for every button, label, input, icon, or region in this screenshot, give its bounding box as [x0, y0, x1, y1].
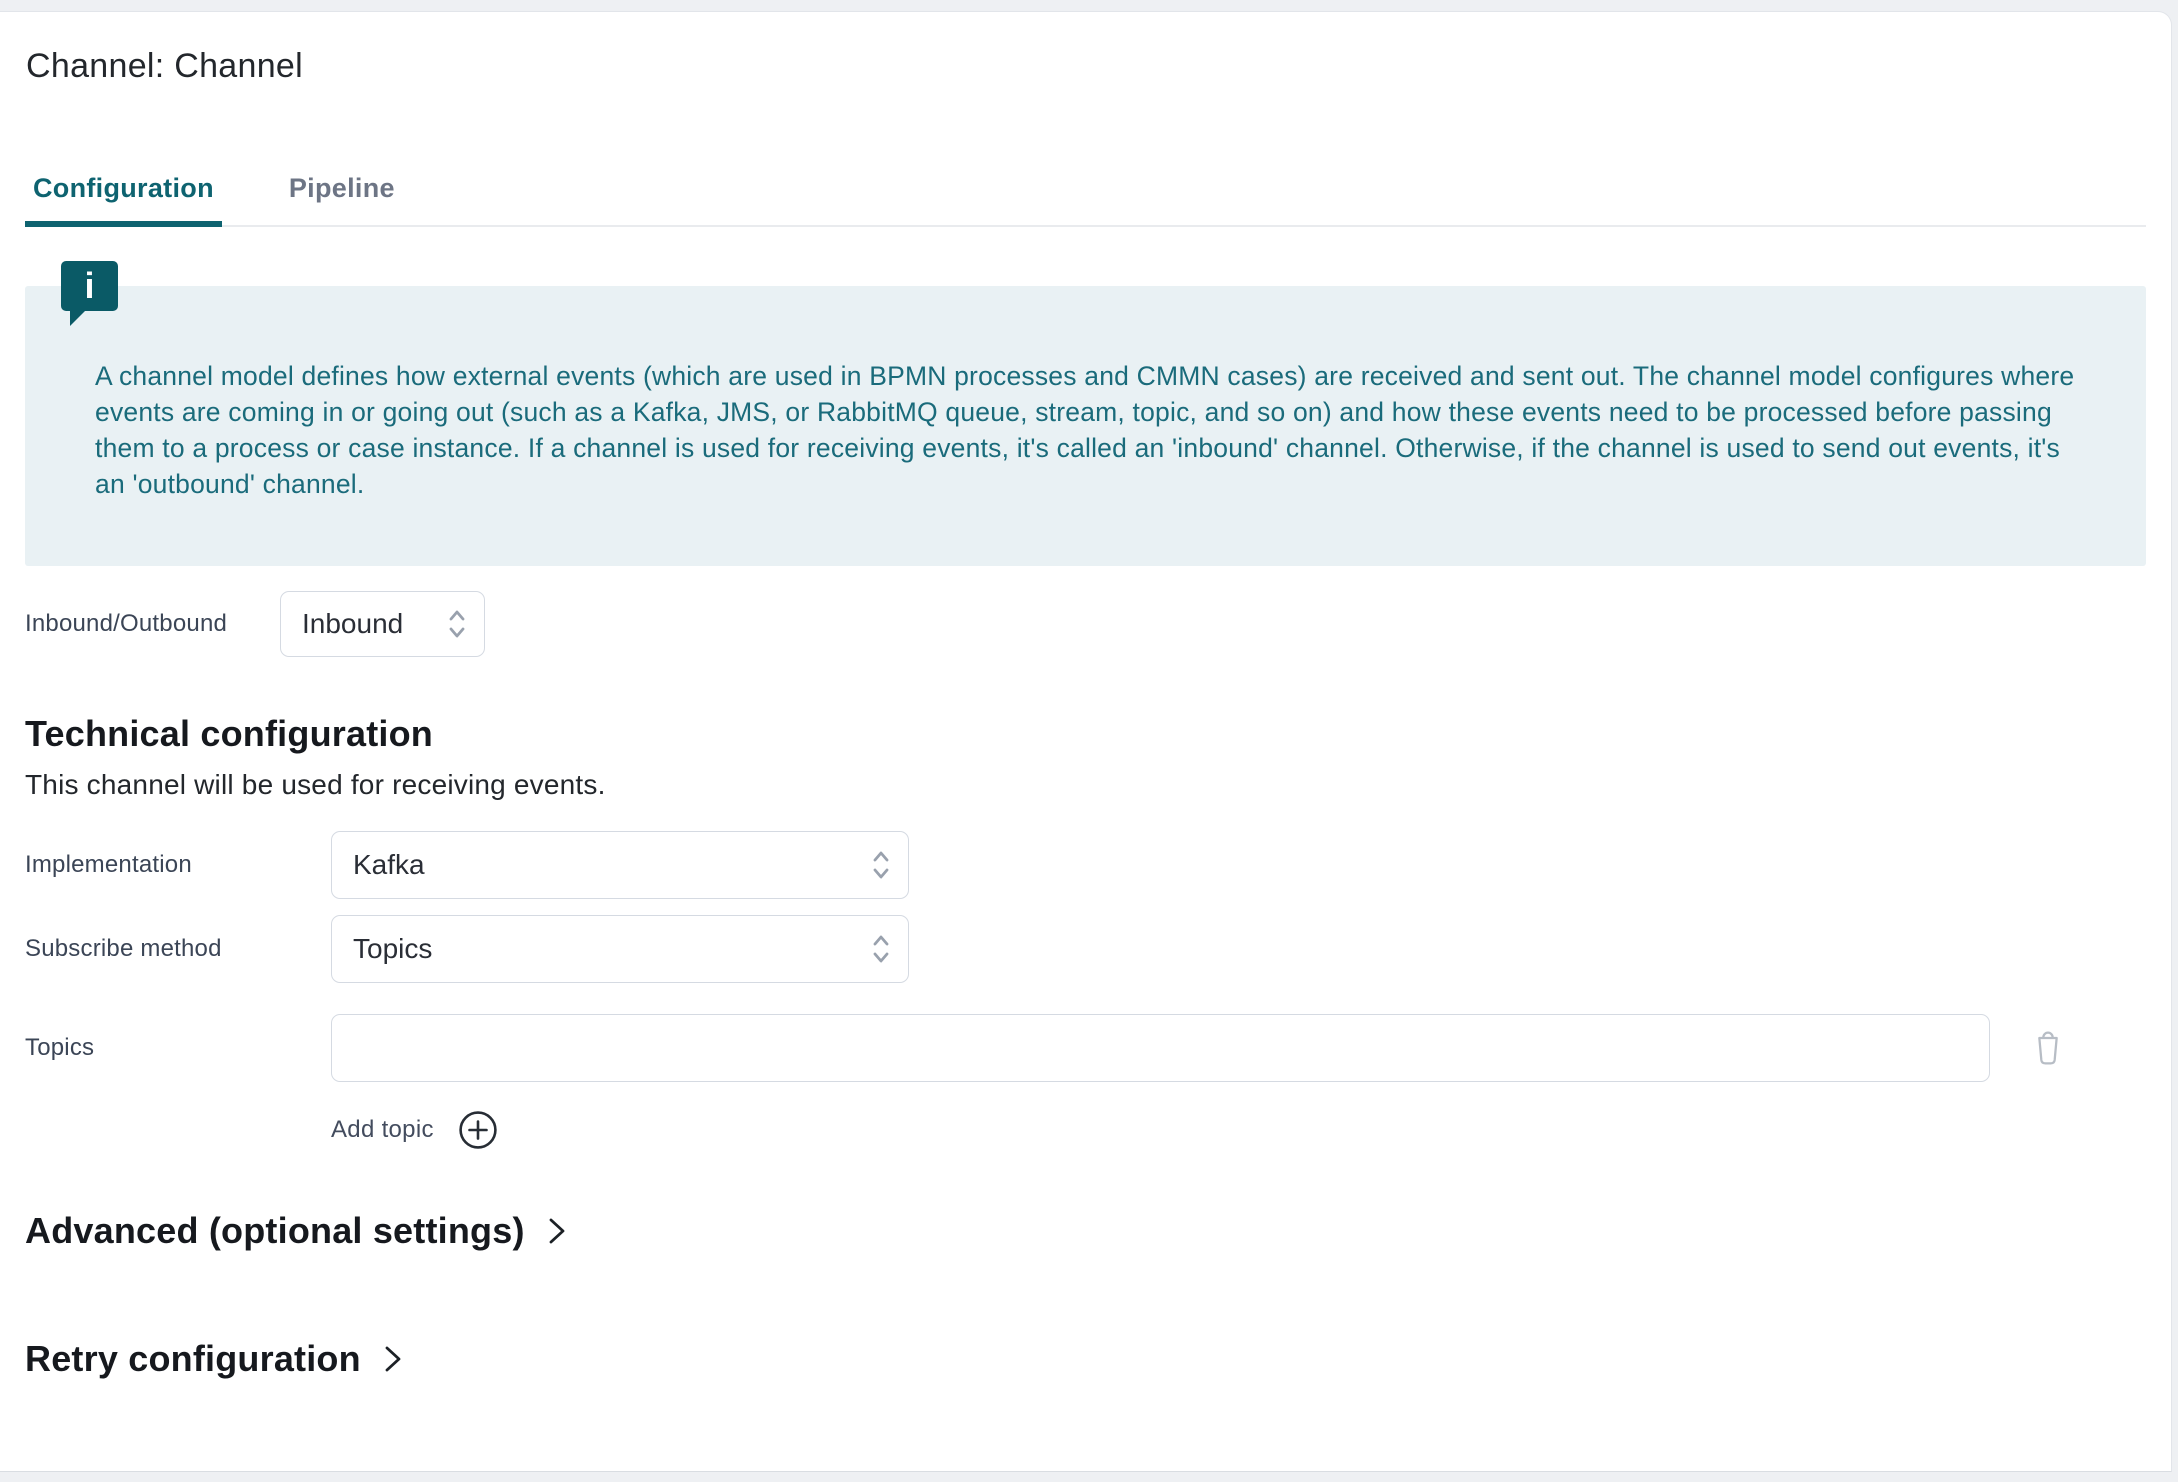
implementation-field-row: Implementation Kafka: [25, 831, 2146, 899]
info-banner: i A channel model defines how external e…: [25, 286, 2146, 566]
section-retry-configuration[interactable]: Retry configuration: [25, 1338, 403, 1380]
advanced-settings-heading: Advanced (optional settings): [25, 1210, 525, 1252]
updown-chevrons-icon: [870, 847, 892, 883]
technical-fields: Implementation Kafka Subscribe method To…: [25, 831, 2146, 1150]
tab-bar: Configuration Pipeline: [25, 173, 2146, 227]
technical-configuration-description: This channel will be used for receiving …: [25, 769, 2146, 801]
plus-circle-icon: [458, 1110, 498, 1150]
inbound-outbound-select[interactable]: Inbound: [280, 591, 485, 657]
topics-label: Topics: [25, 1034, 331, 1062]
implementation-select[interactable]: Kafka: [331, 831, 909, 899]
topic-input[interactable]: [331, 1014, 1990, 1082]
retry-configuration-heading: Retry configuration: [25, 1338, 361, 1380]
trash-icon: [2032, 1030, 2064, 1066]
channel-editor-card: Channel: Channel Configuration Pipeline …: [0, 11, 2172, 1472]
chevron-right-icon: [547, 1215, 567, 1247]
tab-configuration[interactable]: Configuration: [25, 173, 222, 227]
implementation-value: Kafka: [353, 849, 425, 881]
subscribe-method-value: Topics: [353, 933, 432, 965]
section-advanced-settings[interactable]: Advanced (optional settings): [25, 1210, 567, 1252]
implementation-label: Implementation: [25, 851, 331, 879]
add-topic-row: Add topic: [331, 1110, 2146, 1150]
delete-topic-button[interactable]: [2032, 1030, 2064, 1066]
page-title: Channel: Channel: [26, 45, 2146, 87]
tab-pipeline[interactable]: Pipeline: [281, 173, 403, 225]
add-topic-button[interactable]: [458, 1110, 498, 1150]
updown-chevrons-icon: [870, 931, 892, 967]
chevron-right-icon: [383, 1343, 403, 1375]
subscribe-method-label: Subscribe method: [25, 935, 331, 963]
topics-field-row: Topics: [25, 1014, 2146, 1082]
subscribe-method-field-row: Subscribe method Topics: [25, 915, 2146, 983]
inbound-outbound-label: Inbound/Outbound: [25, 610, 280, 638]
add-topic-label: Add topic: [331, 1116, 434, 1144]
info-icon: i: [61, 261, 118, 311]
inbound-outbound-value: Inbound: [302, 608, 403, 640]
technical-configuration-heading: Technical configuration: [25, 713, 2146, 755]
subscribe-method-select[interactable]: Topics: [331, 915, 909, 983]
updown-chevrons-icon: [446, 606, 468, 642]
info-banner-text: A channel model defines how external eve…: [95, 358, 2091, 502]
direction-field-row: Inbound/Outbound Inbound: [25, 591, 2146, 657]
